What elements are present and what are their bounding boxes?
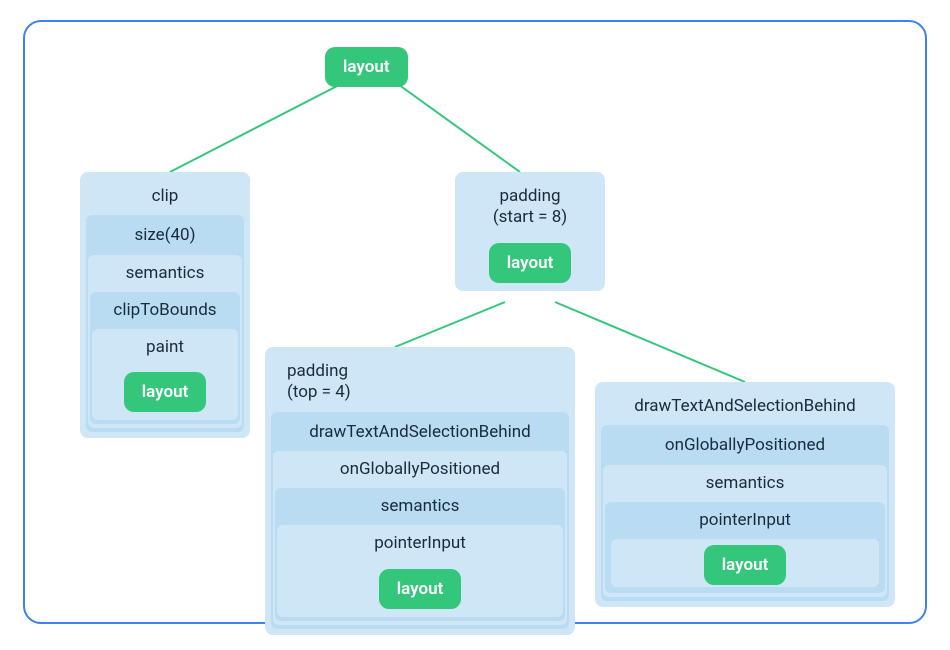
- draw-text-card: drawTextAndSelectionBehind onGloballyPos…: [595, 382, 895, 607]
- layout-pill: layout: [379, 569, 462, 609]
- modifier-label: padding: [271, 353, 569, 382]
- diagram-frame: layout clip size(40) semantics clipToBou…: [23, 20, 927, 624]
- clip-card: clip size(40) semantics clipToBounds pai…: [80, 172, 250, 438]
- modifier-label: semantics: [90, 255, 240, 292]
- modifier-label: clipToBounds: [92, 292, 238, 329]
- modifier-label: paint: [94, 329, 236, 366]
- padding-top-card: padding (top = 4) drawTextAndSelectionBe…: [265, 347, 575, 635]
- layout-pill: layout: [489, 243, 572, 283]
- layout-pill: layout: [325, 47, 408, 87]
- modifier-label: (top = 4): [271, 382, 569, 411]
- modifier-label: semantics: [605, 465, 885, 502]
- modifier-label: onGloballyPositioned: [275, 451, 565, 488]
- modifier-label: pointerInput: [279, 525, 561, 562]
- modifier-label: (start = 8): [461, 207, 599, 236]
- layout-pill: layout: [124, 372, 207, 412]
- modifier-label: semantics: [277, 488, 563, 525]
- modifier-label: drawTextAndSelectionBehind: [601, 388, 889, 425]
- modifier-label: onGloballyPositioned: [603, 427, 887, 464]
- layout-pill: layout: [704, 545, 787, 585]
- modifier-label: drawTextAndSelectionBehind: [273, 414, 567, 451]
- modifier-label: clip: [86, 178, 244, 215]
- padding-start-card: padding (start = 8) layout: [455, 172, 605, 291]
- modifier-label: pointerInput: [607, 502, 883, 539]
- root-layout-node: layout: [325, 47, 408, 87]
- modifier-label: padding: [461, 178, 599, 207]
- modifier-label: size(40): [88, 217, 242, 254]
